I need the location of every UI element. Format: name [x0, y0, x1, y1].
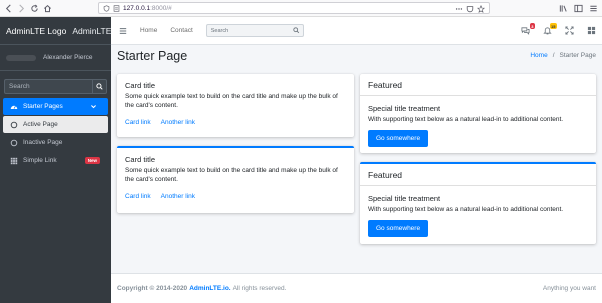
card-text: Some quick example text to build on the …: [125, 167, 338, 183]
navbar-right-icons: 3 15: [521, 23, 596, 35]
notifications-dropdown[interactable]: 15: [543, 23, 557, 35]
nav-link-home[interactable]: Home: [140, 27, 157, 34]
breadcrumb-home[interactable]: Home: [530, 52, 547, 59]
navbar-search-button[interactable]: [290, 25, 303, 36]
sidebar-item-simple-link[interactable]: Simple Link New: [3, 152, 108, 169]
sidebar-item-label: Simple Link: [23, 157, 57, 164]
brand-logo: AdminLTE Logo: [6, 25, 67, 36]
search-icon: [293, 27, 300, 34]
featured-card-1: Featured Special title treatment With su…: [360, 74, 596, 153]
sidebar-item-label: Inactive Page: [23, 139, 63, 146]
user-panel[interactable]: Alexander Pierce: [0, 45, 111, 71]
navbar-search-input[interactable]: Search: [207, 25, 290, 36]
messages-badge: 3: [529, 23, 535, 29]
shield-icon: [103, 4, 110, 12]
notifications-badge: 15: [549, 23, 557, 29]
footer-link[interactable]: AdminLTE.io.: [189, 285, 230, 292]
sidebar-item-inactive-page[interactable]: Inactive Page: [3, 134, 108, 151]
main-sidebar: AdminLTE Logo AdminLTE 3 Alexander Pierc…: [0, 17, 111, 303]
footer-copyright: Copyright © 2014-2020: [117, 285, 188, 292]
card-title: Card title: [125, 81, 156, 90]
breadcrumb-separator: /: [552, 52, 555, 59]
sidebar-toggle-icon[interactable]: [574, 4, 583, 13]
sidebar-item-active-page[interactable]: Active Page: [3, 116, 108, 133]
forward-icon[interactable]: [17, 4, 26, 13]
sidebar-search-button[interactable]: [92, 79, 107, 94]
content-wrapper: Starter Page Home / Starter Page Card titl…: [111, 45, 602, 273]
brand-link[interactable]: AdminLTE Logo AdminLTE 3: [0, 17, 111, 45]
card-text: With supporting text below as a natural …: [368, 206, 564, 213]
breadcrumb-current: Starter Page: [559, 52, 597, 59]
card-2: Card title Some quick example text to bu…: [117, 146, 354, 213]
url-text: 127.0.0.1:8000/#: [123, 4, 172, 12]
user-avatar: [6, 54, 36, 61]
footer-right-text: Anything you want: [542, 285, 596, 292]
library-icon[interactable]: [559, 4, 568, 13]
th-large-icon: [587, 26, 596, 35]
url-bar[interactable]: 127.0.0.1:8000/#: [98, 2, 490, 14]
sidebar-search: Search: [4, 79, 107, 94]
control-sidebar-toggle[interactable]: [587, 26, 596, 35]
main-footer: Copyright © 2014-2020 AdminLTE.io. All r…: [111, 273, 602, 303]
card-1: Card title Some quick example text to bu…: [117, 74, 354, 137]
card-link[interactable]: Card link: [125, 193, 151, 200]
back-icon[interactable]: [4, 4, 13, 13]
card-header: Featured: [360, 74, 596, 96]
fullscreen-button[interactable]: [565, 26, 574, 35]
circle-icon: [10, 121, 18, 128]
featured-card-2: Featured Special title treatment With su…: [360, 162, 596, 244]
chevron-down-icon: [91, 104, 96, 108]
pocket-icon[interactable]: [466, 5, 474, 13]
messages-dropdown[interactable]: 3: [521, 23, 535, 35]
another-link[interactable]: Another link: [161, 193, 195, 200]
go-somewhere-button[interactable]: Go somewhere: [368, 220, 429, 237]
card-title: Special title treatment: [368, 194, 441, 203]
card-link[interactable]: Card link: [125, 119, 151, 126]
card-title: Card title: [125, 155, 156, 164]
user-name[interactable]: Alexander Pierce: [43, 54, 93, 61]
search-icon: [96, 83, 103, 90]
expand-arrows-icon: [565, 26, 574, 35]
breadcrumb: Home / Starter Page: [530, 52, 596, 59]
hamburger-menu-icon[interactable]: [119, 27, 127, 35]
top-navbar: Home Contact Search 3 15: [111, 17, 602, 45]
circle-icon: [10, 139, 18, 146]
dashboard-icon: [10, 105, 18, 109]
comments-icon: [521, 27, 530, 35]
new-badge: New: [84, 156, 100, 164]
menu-icon[interactable]: [589, 4, 598, 13]
browser-toolbar: 127.0.0.1:8000/#: [0, 0, 602, 17]
footer-rights: All rights reserved.: [232, 285, 287, 292]
home-icon[interactable]: [43, 4, 52, 13]
sidebar-item-label: Starter Pages: [23, 103, 63, 110]
grid-icon: [10, 157, 18, 164]
brand-text: AdminLTE 3: [72, 25, 111, 36]
card-text: With supporting text below as a natural …: [368, 116, 564, 123]
another-link[interactable]: Another link: [161, 119, 195, 126]
card-title: Special title treatment: [368, 104, 441, 113]
page-title: Starter Page: [117, 49, 188, 63]
card-header: Featured: [360, 164, 596, 186]
page-info-icon[interactable]: [113, 4, 120, 12]
go-somewhere-button[interactable]: Go somewhere: [368, 130, 429, 147]
card-text: Some quick example text to build on the …: [125, 93, 338, 109]
sidebar-item-label: Active Page: [23, 121, 58, 128]
reload-icon[interactable]: [30, 4, 39, 13]
sidebar-item-starter-pages[interactable]: Starter Pages: [3, 98, 108, 115]
sidebar-menu: Starter Pages Active Page Inactive Page …: [0, 98, 111, 169]
more-actions-icon[interactable]: [455, 5, 463, 13]
nav-link-contact[interactable]: Contact: [170, 27, 192, 34]
navbar-search: Search: [205, 24, 304, 37]
bookmark-star-icon[interactable]: [477, 5, 485, 13]
sidebar-search-input[interactable]: Search: [4, 79, 92, 94]
